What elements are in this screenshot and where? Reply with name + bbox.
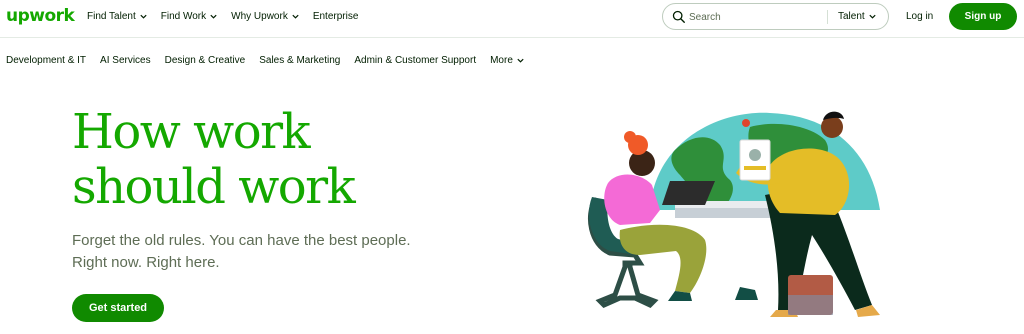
nav-why-upwork-label: Why Upwork [231, 11, 288, 22]
search-scope-dropdown[interactable]: Talent [838, 11, 877, 22]
top-navigation-bar: upwork Find Talent Find Work Why Upwork … [0, 0, 1024, 38]
seated-person-hair-bun [624, 131, 636, 143]
profile-avatar-icon [749, 149, 761, 161]
main-nav: Find Talent Find Work Why Upwork Enterpr… [87, 11, 358, 22]
profile-stars-icon [744, 166, 766, 170]
search-bar: Talent [662, 3, 889, 30]
category-more-label: More [490, 55, 513, 66]
category-more[interactable]: More [490, 55, 525, 66]
chevron-down-icon [869, 14, 876, 19]
category-ai-services[interactable]: AI Services [100, 55, 151, 66]
hero-subtitle-line-1: Forget the old rules. You can have the b… [72, 232, 411, 249]
search-scope-label: Talent [838, 11, 865, 22]
nav-enterprise[interactable]: Enterprise [313, 11, 359, 22]
chevron-down-icon [140, 14, 147, 19]
nav-find-talent[interactable]: Find Talent [87, 11, 148, 22]
hero-title-line-1: How work [72, 104, 311, 160]
nav-enterprise-label: Enterprise [312, 11, 359, 22]
hero-illustration [587, 111, 880, 317]
hero-title-line-2: should work [72, 159, 356, 215]
chevron-down-icon [210, 14, 217, 19]
upwork-logo[interactable]: upwork [6, 6, 75, 26]
nav-find-work-label: Find Work [160, 11, 207, 22]
category-sales-marketing[interactable]: Sales & Marketing [259, 55, 340, 66]
get-started-button[interactable]: Get started [72, 294, 164, 322]
nav-find-talent-label: Find Talent [87, 11, 136, 22]
hero-subtitle-line-2: Right now. Right here. [72, 254, 220, 271]
category-development-it[interactable]: Development & IT [6, 55, 86, 66]
search-input[interactable] [689, 9, 819, 25]
login-link[interactable]: Log in [906, 11, 933, 22]
hero-subtitle: Forget the old rules. You can have the b… [72, 230, 432, 274]
nav-find-work[interactable]: Find Work [161, 11, 218, 22]
category-nav: Development & IT AI Services Design & Cr… [6, 55, 525, 66]
search-divider [827, 10, 828, 24]
nav-why-upwork[interactable]: Why Upwork [231, 11, 300, 22]
map-pin-icon [742, 119, 750, 127]
chevron-down-icon [292, 14, 299, 19]
signup-button[interactable]: Sign up [949, 3, 1017, 30]
standing-person-body [767, 148, 850, 215]
chevron-down-icon [517, 58, 524, 63]
briefcase-shade [788, 295, 833, 315]
category-admin-support[interactable]: Admin & Customer Support [354, 55, 476, 66]
search-icon[interactable] [672, 10, 686, 24]
category-design-creative[interactable]: Design & Creative [165, 55, 246, 66]
seated-person-body [604, 174, 660, 225]
hero-title: How work should work [72, 104, 356, 215]
